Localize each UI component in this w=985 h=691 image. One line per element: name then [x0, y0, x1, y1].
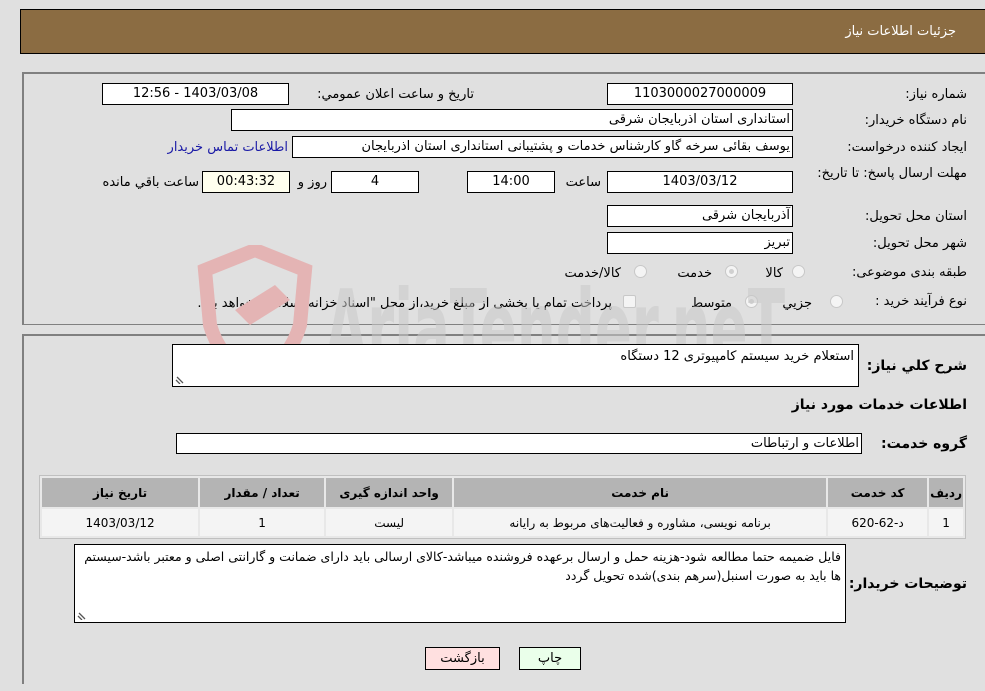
deadline-label: مهلت ارسال پاسخ: تا تاریخ: [817, 166, 967, 181]
announce-datetime-label: تاریخ و ساعت اعلان عمومي: [317, 87, 474, 102]
category-label: طبقه بندی موضوعی: [851, 265, 967, 280]
delivery-city-field[interactable]: تبریز [607, 232, 793, 254]
col-service-name: نام خدمت [454, 478, 827, 507]
service-group-label: گروه خدمت: [881, 436, 967, 452]
process-minor-label: جزيي [782, 296, 812, 311]
deadline-date-field[interactable]: 1403/03/12 [607, 171, 793, 193]
table-header-row: ردیف کد خدمت نام خدمت واحد اندازه گیری ت… [42, 478, 963, 507]
requester-label: ایجاد کننده درخواست: [847, 140, 967, 155]
print-button[interactable]: چاپ [519, 647, 581, 670]
description-label: شرح کلي نیاز: [866, 358, 967, 374]
buyer-org-field[interactable]: استانداری استان اذربایجان شرقی [231, 109, 793, 131]
services-heading: اطلاعات خدمات مورد نیاز [791, 397, 967, 413]
page-header: جزئیات اطلاعات نیاز [20, 9, 985, 54]
back-button[interactable]: بازگشت [425, 647, 500, 670]
process-medium-radio[interactable] [745, 295, 758, 308]
col-row-number: ردیف [929, 478, 963, 507]
description-text: استعلام خرید سیستم کامپیوتری 12 دستگاه [620, 349, 854, 364]
purchase-process-label: نوع فرآیند خرید : [875, 294, 967, 309]
services-table: ردیف کد خدمت نام خدمت واحد اندازه گیری ت… [39, 475, 966, 539]
treasury-bonds-checkbox[interactable] [623, 295, 636, 308]
cell-unit: لیست [326, 509, 453, 536]
category-goods-service-radio[interactable] [634, 265, 647, 278]
resize-grip-icon[interactable] [77, 610, 87, 620]
cell-row-number: 1 [929, 509, 963, 536]
cell-service-code: د-62-620 [828, 509, 928, 536]
need-number-label: شماره نیاز: [905, 87, 967, 102]
col-service-code: کد خدمت [828, 478, 928, 507]
days-remaining-field[interactable]: 4 [331, 171, 419, 193]
cell-quantity: 1 [200, 509, 325, 536]
category-service-radio[interactable] [725, 265, 738, 278]
deadline-time-field[interactable]: 14:00 [467, 171, 555, 193]
remaining-time-field[interactable]: 00:43:32 [202, 171, 290, 193]
delivery-city-label: شهر محل تحویل: [872, 236, 967, 251]
buyer-notes-label: توضیحات خریدار: [848, 576, 967, 592]
buyer-notes-field[interactable]: فایل ضمیمه حتما مطالعه شود-هزینه حمل و ا… [74, 544, 846, 623]
service-group-field[interactable]: اطلاعات و ارتباطات [176, 433, 862, 454]
buyer-notes-text: فایل ضمیمه حتما مطالعه شود-هزینه حمل و ا… [84, 549, 841, 583]
need-number-field[interactable]: 1103000027000009 [607, 83, 793, 105]
treasury-bonds-note: پرداخت تمام یا بخشی از مبلغ خرید،از محل … [197, 296, 612, 311]
announce-datetime-field[interactable]: 1403/03/08 - 12:56 [102, 83, 289, 105]
buyer-contact-link[interactable]: اطلاعات تماس خریدار [168, 140, 288, 155]
page-title: جزئیات اطلاعات نیاز [845, 24, 956, 39]
buyer-org-label: نام دستگاه خریدار: [864, 113, 967, 128]
category-service-label: خدمت [677, 266, 712, 281]
table-row: 1 د-62-620 برنامه نویسی، مشاوره و فعالیت… [42, 509, 963, 536]
delivery-province-field[interactable]: آذربایجان شرقی [607, 205, 793, 227]
days-label: روز و [297, 175, 327, 190]
remaining-time-label: ساعت باقي مانده [102, 175, 199, 190]
resize-grip-icon[interactable] [175, 374, 185, 384]
cell-need-date: 1403/03/12 [42, 509, 199, 536]
col-unit: واحد اندازه گیری [326, 478, 453, 507]
delivery-province-label: استان محل تحویل: [865, 209, 967, 224]
col-quantity: تعداد / مقدار [200, 478, 325, 507]
deadline-time-label: ساعت [565, 175, 601, 190]
category-goods-label: کالا [765, 266, 783, 281]
process-minor-radio[interactable] [830, 295, 843, 308]
cell-service-name: برنامه نویسی، مشاوره و فعالیت‌های مربوط … [454, 509, 827, 536]
col-need-date: تاریخ نیاز [42, 478, 199, 507]
requester-field[interactable]: یوسف بقائی سرخه گاو کارشناس خدمات و پشتی… [292, 136, 793, 158]
description-field[interactable]: استعلام خرید سیستم کامپیوتری 12 دستگاه [172, 344, 859, 387]
category-goods-radio[interactable] [792, 265, 805, 278]
category-goods-service-label: کالا/خدمت [564, 266, 621, 281]
process-medium-label: متوسط [691, 296, 732, 311]
